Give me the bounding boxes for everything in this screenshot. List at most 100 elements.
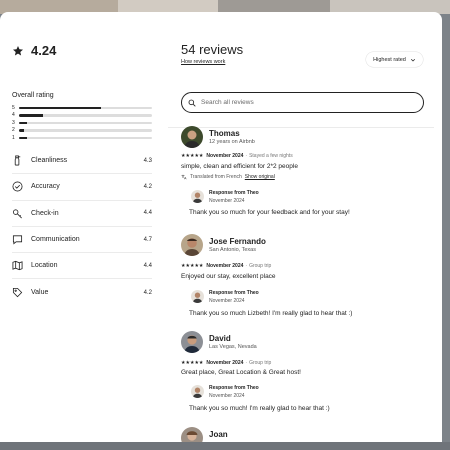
search-icon [188,99,196,107]
category-score: 4.7 [143,236,152,243]
response-date: November 2024 [209,298,245,304]
rating-bar-stars: 5 [12,104,15,111]
category-value: Value 4.2 [12,279,152,305]
translate-icon [181,174,190,180]
chevron-down-icon [406,57,416,63]
rating-bar-row: 5 [12,104,152,112]
rating-bar-track [19,136,152,139]
separator-dot: · [245,263,248,269]
rating-bar-row: 4 [12,112,152,120]
reviewer-subtitle: San Antonio, Texas [209,247,256,253]
review-item: David Las Vegas, Nevada ★★★★★ November 2… [181,331,431,431]
rating-bar-row: 2 [12,127,152,135]
sort-label: Highest rated [373,56,406,63]
map-icon [12,260,23,271]
review-date: November 2024 [206,360,244,366]
separator-dot: · [245,360,248,366]
search-reviews-field[interactable] [181,92,424,113]
rating-bar-track [19,106,152,109]
rating-bar-fill [19,114,43,117]
translation-note: Translated from French Show original [181,174,275,180]
rating-bar-stars: 2 [12,127,15,134]
review-item: Thomas 12 years on Airbnb ★★★★★ November… [181,126,431,226]
review-text: Enjoyed our stay, excellent place [181,273,276,280]
category-score: 4.2 [143,289,152,296]
category-ratings: Cleanliness 4.3 Accuracy 4.2 Check-in 4.… [12,148,152,306]
rating-bar-stars: 4 [12,112,15,119]
reviews-title: 54 reviews [181,42,244,57]
rating-bar-stars: 1 [12,134,15,141]
host-avatar [191,190,204,203]
host-avatar [191,385,204,398]
rating-bar-fill [19,106,102,109]
avatar[interactable] [181,126,203,148]
category-score: 4.3 [143,157,152,164]
reviewer-name: David [209,334,231,343]
spray-bottle-icon [12,155,23,166]
review-meta: ★★★★★ November 2024 · Stayed a few night… [181,153,293,159]
review-date: November 2024 [206,263,244,269]
category-label: Accuracy [31,183,60,191]
review-text: simple, clean and efficient for 2*2 peop… [181,163,298,170]
response-text: Thank you so much Lizbeth! I'm really gl… [189,310,353,317]
rating-bar-row: 3 [12,119,152,127]
response-date: November 2024 [209,393,245,399]
review-meta: ★★★★★ November 2024 · Group trip [181,360,271,366]
reviewer-subtitle: Las Vegas, Nevada [209,344,257,350]
translation-text: Translated from French [190,174,242,180]
response-from: Response from Theo [209,190,259,196]
page-bottom-strip [0,442,450,450]
response-from: Response from Theo [209,385,259,391]
rating-bar-fill [19,136,27,139]
check-circle-icon [12,181,23,192]
separator-dot: · [245,153,248,159]
review-stars: ★★★★★ [181,360,204,366]
rating-distribution: 5 4 3 2 1 [12,104,152,142]
avatar[interactable] [181,427,203,442]
rating-bar-fill [19,129,25,132]
rating-bar-track [19,129,152,132]
show-original-link[interactable]: Show original [245,174,275,180]
category-accuracy: Accuracy 4.2 [12,174,152,201]
rating-header: 4.24 [12,43,56,58]
chat-bubble-icon [12,234,23,245]
response-text: Thank you so much! I'm really glad to he… [189,405,330,412]
response-text: Thank you so much for your feedback and … [189,209,350,216]
avatar[interactable] [181,331,203,353]
response-from: Response from Theo [209,290,259,296]
avatar[interactable] [181,234,203,256]
category-check-in: Check-in 4.4 [12,201,152,227]
rating-bar-track [19,114,152,117]
stay-type: Group trip [249,360,272,366]
review-stars: ★★★★★ [181,263,204,269]
category-label: Location [31,262,58,270]
reviews-modal: 4.24 Overall rating 5 4 3 2 1 Cleanlines… [0,12,442,442]
category-communication: Communication 4.7 [12,227,152,254]
how-reviews-work-link[interactable]: How reviews work [181,59,225,65]
tag-icon [12,287,23,298]
review-date: November 2024 [206,153,244,159]
star-icon [12,45,24,57]
reviewer-name: Jose Fernando [209,237,266,246]
category-label: Value [31,289,49,297]
rating-bar-track [19,121,152,124]
category-score: 4.4 [143,262,152,269]
review-item: Jose Fernando San Antonio, Texas ★★★★★ N… [181,234,431,334]
key-icon [12,208,23,219]
category-label: Cleanliness [31,157,68,165]
category-score: 4.2 [143,183,152,190]
search-input[interactable] [201,99,401,106]
overall-rating-value: 4.24 [31,43,57,58]
stay-type: Stayed a few nights [249,153,293,159]
category-cleanliness: Cleanliness 4.3 [12,148,152,175]
reviewer-name: Thomas [209,129,240,138]
category-score: 4.4 [143,210,152,217]
review-meta: ★★★★★ November 2024 · Group trip [181,263,271,269]
review-stars: ★★★★★ [181,153,204,159]
category-location: Location 4.4 [12,253,152,280]
response-date: November 2024 [209,198,245,204]
category-label: Communication [31,236,80,244]
sort-dropdown[interactable]: Highest rated [366,52,423,67]
review-item: Joan [181,427,431,442]
stay-type: Group trip [249,263,272,269]
